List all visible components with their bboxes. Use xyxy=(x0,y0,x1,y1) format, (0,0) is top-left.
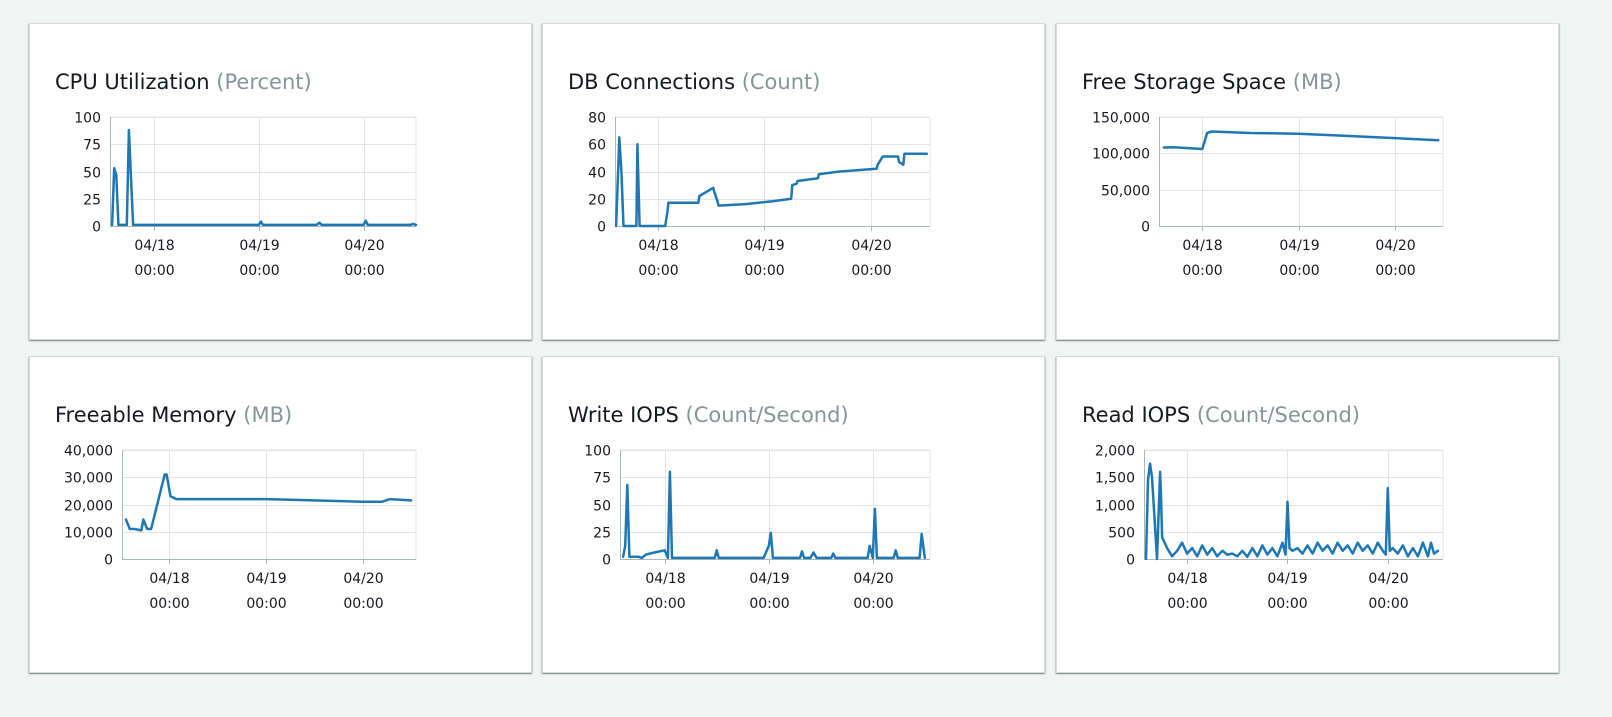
x-tick-label: 04/19 xyxy=(246,571,286,587)
y-tick-label: 1,500 xyxy=(1095,471,1135,487)
x-tick-label: 00:00 xyxy=(1267,596,1307,612)
freeable-memory-card[interactable]: Freeable Memory (MB) 0 10,000 20,000 30,000… xyxy=(29,356,532,673)
y-tick-label: 1,000 xyxy=(1095,499,1135,515)
x-tick-label: 04/18 xyxy=(645,571,685,587)
write-iops-card[interactable]: Write IOPS (Count/Second) 0 25 50 75 100 04/1… xyxy=(542,356,1045,673)
x-tick-label: 00:00 xyxy=(134,263,174,279)
x-tick-label: 00:00 xyxy=(246,596,286,612)
y-tick-label: 2,000 xyxy=(1095,444,1135,460)
y-tick-label: 50 xyxy=(83,166,101,182)
y-tick-label: 10,000 xyxy=(64,526,113,542)
y-tick-label: 80 xyxy=(588,111,606,127)
x-tick-label: 00:00 xyxy=(749,596,789,612)
x-tick-label: 00:00 xyxy=(645,596,685,612)
y-tick-label: 40,000 xyxy=(64,444,113,460)
x-tick-label: 00:00 xyxy=(1368,596,1408,612)
x-tick-label: 04/20 xyxy=(851,238,891,254)
x-tick-label: 00:00 xyxy=(851,263,891,279)
x-tick-label: 00:00 xyxy=(1375,263,1415,279)
x-tick-label: 04/20 xyxy=(853,571,893,587)
x-tick-label: 00:00 xyxy=(344,263,384,279)
y-tick-label: 25 xyxy=(83,193,101,209)
x-tick-label: 04/18 xyxy=(1182,238,1222,254)
y-tick-label: 60 xyxy=(588,138,606,154)
y-tick-label: 100 xyxy=(584,444,611,460)
x-tick-label: 04/19 xyxy=(1279,238,1319,254)
x-tick-label: 04/19 xyxy=(1267,571,1307,587)
y-tick-label: 20,000 xyxy=(64,499,113,515)
series-line xyxy=(621,470,927,560)
series-line xyxy=(614,136,929,228)
y-tick-label: 25 xyxy=(593,526,611,542)
series-line xyxy=(124,473,413,532)
y-tick-label: 75 xyxy=(83,138,101,154)
y-tick-label: 50,000 xyxy=(1101,184,1150,200)
x-tick-label: 00:00 xyxy=(744,263,784,279)
y-tick-label: 150,000 xyxy=(1092,111,1150,127)
y-tick-label: 0 xyxy=(597,220,606,236)
y-tick-label: 75 xyxy=(593,471,611,487)
free-storage-space-chart: 0 50,000 100,000 150,000 04/18 00:00 04/19 00:0… xyxy=(1092,111,1444,279)
x-tick-label: 00:00 xyxy=(239,263,279,279)
read-iops-card[interactable]: Read IOPS (Count/Second) 0 500 1,000 1,500 2… xyxy=(1056,356,1559,673)
x-tick-label: 04/20 xyxy=(1375,238,1415,254)
y-tick-label: 0 xyxy=(1126,553,1135,569)
y-tick-label: 20 xyxy=(588,193,606,209)
write-iops-chart: 0 25 50 75 100 04/18 00:00 04/19 00:00 04/20 00:00 xyxy=(584,444,931,612)
cpu-utilization-card[interactable]: CPU Utilization (Percent) 0 25 50 75 100 04/1… xyxy=(29,23,532,340)
x-tick-label: 00:00 xyxy=(853,596,893,612)
freeable-memory-chart: 0 10,000 20,000 30,000 40,000 04/18 00:00 04/19… xyxy=(64,444,417,612)
x-tick-label: 04/19 xyxy=(749,571,789,587)
y-tick-label: 100 xyxy=(74,111,101,127)
y-tick-label: 30,000 xyxy=(64,471,113,487)
y-tick-label: 0 xyxy=(104,553,113,569)
x-tick-label: 00:00 xyxy=(1279,263,1319,279)
x-tick-label: 04/20 xyxy=(1368,571,1408,587)
cpu-utilization-chart: 0 25 50 75 100 04/18 00:00 04/19 00:00 04/20 00:00 xyxy=(74,111,418,279)
y-tick-label: 0 xyxy=(1141,220,1150,236)
x-tick-label: 04/19 xyxy=(239,238,279,254)
y-tick-label: 0 xyxy=(602,553,611,569)
db-connections-chart: 0 20 40 60 80 04/18 00:00 04/19 00:00 04/20 00:00 xyxy=(588,111,931,279)
x-tick-label: 04/18 xyxy=(1167,571,1207,587)
y-tick-label: 50 xyxy=(593,499,611,515)
series-line xyxy=(1162,130,1440,151)
x-tick-label: 04/18 xyxy=(134,238,174,254)
y-tick-label: 500 xyxy=(1108,526,1135,542)
db-connections-card[interactable]: DB Connections (Count) 0 20 40 60 80 04/18 00:… xyxy=(542,23,1045,340)
x-tick-label: 04/20 xyxy=(344,238,384,254)
x-tick-label: 00:00 xyxy=(149,596,189,612)
x-tick-label: 04/20 xyxy=(343,571,383,587)
y-tick-label: 100,000 xyxy=(1092,147,1150,163)
read-iops-chart: 0 500 1,000 1,500 2,000 04/18 00:00 04/19 00:00 0… xyxy=(1095,444,1444,612)
x-tick-label: 04/18 xyxy=(638,238,678,254)
free-storage-space-card[interactable]: Free Storage Space (MB) 0 50,000 100,000 15… xyxy=(1056,23,1559,340)
x-tick-label: 00:00 xyxy=(343,596,383,612)
x-tick-label: 00:00 xyxy=(1182,263,1222,279)
y-tick-label: 40 xyxy=(588,166,606,182)
y-tick-label: 0 xyxy=(92,220,101,236)
x-tick-label: 00:00 xyxy=(638,263,678,279)
x-tick-label: 04/18 xyxy=(149,571,189,587)
x-tick-label: 00:00 xyxy=(1167,596,1207,612)
x-tick-label: 04/19 xyxy=(744,238,784,254)
